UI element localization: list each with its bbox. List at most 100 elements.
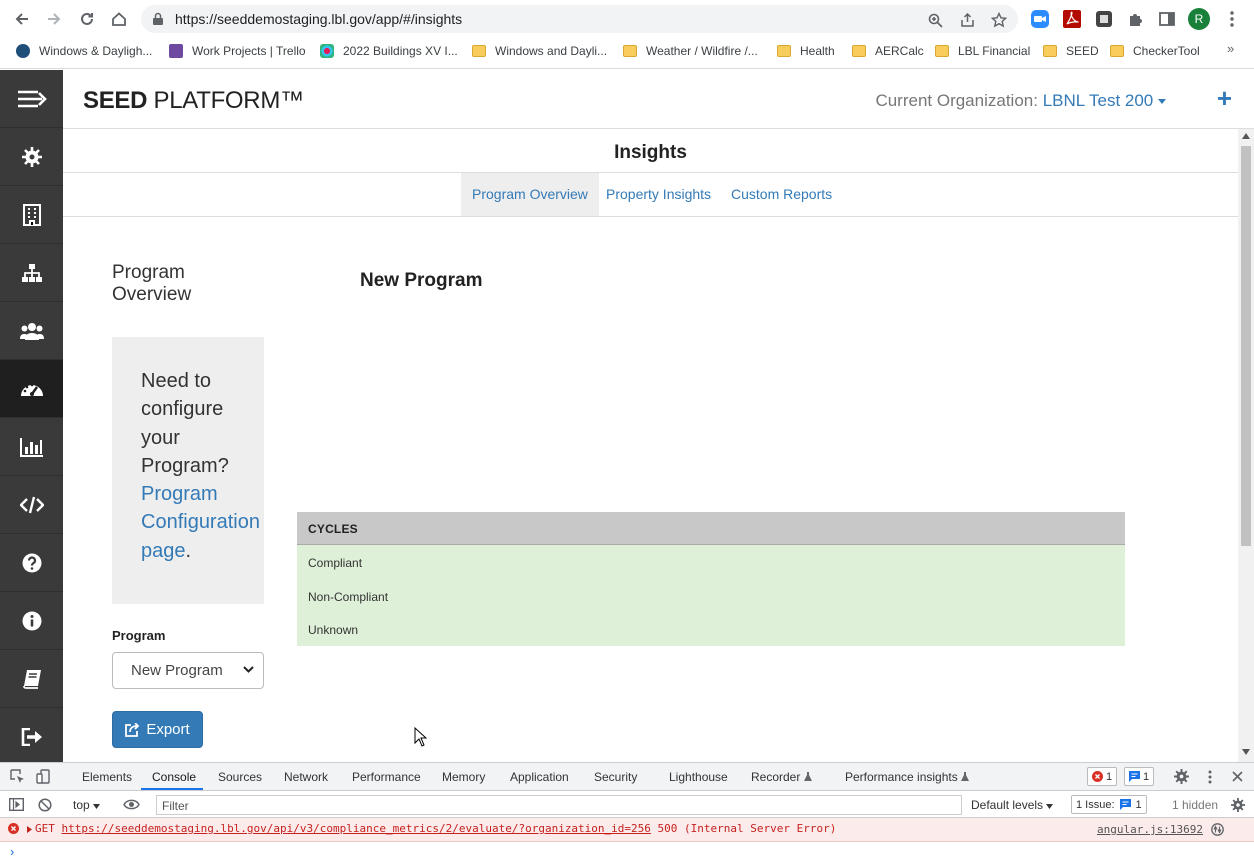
- bookmark-item[interactable]: 2022 Buildings XV I...: [320, 42, 458, 60]
- context-selector[interactable]: top: [73, 798, 101, 812]
- console-filter-input[interactable]: Filter: [156, 795, 962, 815]
- devtools-tab-network[interactable]: Network: [284, 770, 328, 784]
- sidebar-item-logout[interactable]: [0, 708, 63, 766]
- error-icon: [1092, 771, 1103, 782]
- kebab-menu-icon[interactable]: [1208, 770, 1212, 784]
- kebab-menu-icon[interactable]: [1222, 9, 1242, 29]
- devtools-tab-security[interactable]: Security: [594, 770, 637, 784]
- eye-icon[interactable]: [123, 799, 140, 810]
- tab-program-overview[interactable]: Program Overview: [461, 173, 599, 216]
- devtools-tab-performance-insights[interactable]: Performance insights: [845, 770, 970, 784]
- bookmark-item[interactable]: Windows and Dayli...: [472, 42, 607, 60]
- bookmark-item[interactable]: Health: [777, 42, 835, 60]
- zoom-icon[interactable]: [926, 11, 944, 29]
- star-icon[interactable]: [990, 11, 1008, 29]
- reload-button[interactable]: [74, 6, 100, 32]
- extension-icon[interactable]: [1094, 9, 1114, 29]
- page-scrollbar[interactable]: [1238, 129, 1254, 762]
- trello-icon: [169, 44, 183, 58]
- clear-console-icon[interactable]: [38, 798, 52, 812]
- pdf-icon[interactable]: [1062, 9, 1082, 29]
- sidebar-item-insights[interactable]: [0, 360, 63, 418]
- expand-triangle-icon[interactable]: [27, 826, 32, 833]
- sidebar-item-api[interactable]: [0, 476, 63, 534]
- chevron-down-icon: [243, 666, 254, 673]
- sidebar-item-menu[interactable]: [0, 70, 63, 128]
- sidebar-item-users[interactable]: [0, 302, 63, 360]
- sidebar-item-settings[interactable]: [0, 128, 63, 186]
- sidebar-item-help[interactable]: [0, 534, 63, 592]
- brand-logo[interactable]: SEED PLATFORM™: [83, 87, 304, 115]
- add-button[interactable]: +: [1217, 85, 1232, 111]
- devtools-tab-memory[interactable]: Memory: [442, 770, 485, 784]
- puzzle-icon[interactable]: [1126, 9, 1146, 29]
- bookmark-item[interactable]: Work Projects | Trello: [169, 42, 306, 60]
- help-icon: [22, 553, 41, 572]
- address-bar[interactable]: https://seeddemostaging.lbl.gov/app/#/in…: [141, 5, 1018, 33]
- insights-tabs: Program Overview Property Insights Custo…: [63, 173, 1238, 217]
- bookmark-item[interactable]: AERCalc: [852, 42, 924, 60]
- building-icon: [22, 203, 41, 226]
- cycles-row-non-compliant: Non-Compliant: [297, 578, 1125, 612]
- share-icon[interactable]: [958, 11, 976, 29]
- sidebar-item-inventory[interactable]: [0, 186, 63, 244]
- devtools-tabs: Elements Console Sources Network Perform…: [0, 763, 1254, 791]
- menu-toggle-icon: [17, 90, 47, 107]
- bookmarks-overflow[interactable]: »: [1227, 41, 1234, 56]
- organization-dropdown[interactable]: LBNL Test 200: [1043, 91, 1166, 110]
- sidebar-toggle-icon[interactable]: [9, 798, 24, 811]
- organization-selector: Current Organization: LBNL Test 200: [875, 91, 1166, 111]
- forward-button[interactable]: [41, 6, 67, 32]
- message-count-badge[interactable]: 1: [1124, 767, 1155, 786]
- home-button[interactable]: [106, 6, 132, 32]
- error-source-link[interactable]: angular.js:13692: [1097, 823, 1203, 836]
- page-title: Insights: [63, 129, 1238, 173]
- log-levels-dropdown[interactable]: Default levels: [971, 798, 1054, 812]
- sidebar-item-organizations[interactable]: [0, 244, 63, 302]
- program-configuration-link[interactable]: Program Configuration page: [141, 483, 260, 562]
- message-icon: [1119, 799, 1131, 810]
- network-request-icon[interactable]: [1211, 823, 1224, 836]
- close-icon[interactable]: [1232, 771, 1243, 782]
- caret-down-icon: [1046, 804, 1054, 809]
- devtools-tab-lighthouse[interactable]: Lighthouse: [669, 770, 728, 784]
- devtools-tab-recorder[interactable]: Recorder: [751, 770, 812, 784]
- console-prompt[interactable]: ›: [10, 844, 14, 859]
- devtools-tab-console[interactable]: Console: [152, 770, 196, 784]
- bookmarks-bar: Windows & Dayligh... Work Projects | Tre…: [0, 38, 1254, 64]
- program-select[interactable]: New Program: [112, 652, 264, 689]
- zoom-meeting-icon[interactable]: [1030, 9, 1050, 29]
- bookmark-item[interactable]: SEED: [1043, 42, 1099, 60]
- gear-icon[interactable]: [1231, 798, 1245, 812]
- export-button[interactable]: Export: [112, 711, 203, 748]
- slack-icon: [320, 44, 334, 58]
- devtools-tab-application[interactable]: Application: [510, 770, 569, 784]
- browser-chrome: https://seeddemostaging.lbl.gov/app/#/in…: [0, 0, 1254, 69]
- back-button[interactable]: [9, 6, 35, 32]
- error-count-badge[interactable]: 1: [1087, 767, 1118, 786]
- bookmark-item[interactable]: LBL Financial: [935, 42, 1030, 60]
- sidebar-item-docs[interactable]: [0, 650, 63, 708]
- error-url-link[interactable]: https://seeddemostaging.lbl.gov/api/v3/c…: [62, 822, 651, 835]
- issues-badge[interactable]: 1 Issue: 1: [1071, 795, 1147, 814]
- devtools-tab-elements[interactable]: Elements: [82, 770, 132, 784]
- bookmark-item[interactable]: CheckerTool: [1110, 42, 1200, 60]
- inspect-element-icon[interactable]: [10, 769, 25, 784]
- side-panel-icon[interactable]: [1157, 9, 1177, 29]
- tab-property-insights[interactable]: Property Insights: [595, 173, 722, 216]
- sidebar-item-about[interactable]: [0, 592, 63, 650]
- gear-icon[interactable]: [1174, 769, 1189, 784]
- bookmark-item[interactable]: Weather / Wildfire /...: [623, 42, 758, 60]
- devtools-tab-sources[interactable]: Sources: [218, 770, 262, 784]
- bookmark-item[interactable]: Windows & Dayligh...: [16, 42, 152, 60]
- scroll-up-icon[interactable]: [1242, 133, 1250, 139]
- sidebar-item-reports[interactable]: [0, 418, 63, 476]
- scrollbar-thumb[interactable]: [1241, 146, 1251, 546]
- tab-custom-reports[interactable]: Custom Reports: [720, 173, 843, 216]
- gear-icon: [21, 146, 42, 167]
- caret-down-icon: [93, 804, 101, 809]
- devtools-tab-performance[interactable]: Performance: [352, 770, 421, 784]
- device-toolbar-icon[interactable]: [36, 769, 51, 784]
- profile-avatar[interactable]: R: [1188, 8, 1210, 30]
- scroll-down-icon[interactable]: [1242, 749, 1250, 755]
